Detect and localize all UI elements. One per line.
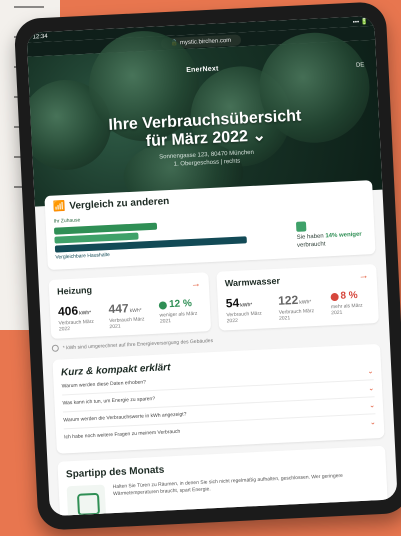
heating-header: Heizung →	[57, 279, 201, 297]
chevron-down-icon[interactable]: ⌄	[370, 418, 376, 426]
faq-card: Kurz & kompakt erklärt Warum werden dies…	[52, 343, 385, 454]
screen: 12:34 ••• 🔋 🔒 mystic.birchen.com EnerNex…	[26, 15, 398, 517]
arrow-right-icon[interactable]: →	[191, 279, 202, 290]
heating-prev-value: 447kWh*	[108, 300, 149, 316]
door-icon	[66, 484, 107, 517]
water-title: Warmwasser	[224, 275, 281, 288]
verdict-suffix: verbraucht	[296, 241, 326, 249]
faq-question: Was kann ich tun, um Energie zu sparen?	[62, 395, 156, 407]
value-unit: kWh*	[79, 309, 92, 317]
pct-badge: 8 %	[330, 289, 370, 302]
water-prev-value: 122kWh*	[278, 292, 321, 308]
water-values: 54kWh* Verbrauch März 2022 122kWh* Verbr…	[226, 289, 371, 324]
status-dot-icon	[158, 300, 168, 310]
chevron-down-icon[interactable]: ⌄	[367, 367, 373, 375]
value-number: 54	[225, 295, 240, 311]
pct-badge: 12 %	[158, 298, 202, 311]
value-caption: Verbrauch März 2021	[278, 308, 315, 322]
pct-value: 8 %	[340, 289, 358, 302]
status-indicators: ••• 🔋	[352, 19, 369, 26]
heating-change: 12 % weniger als März 2021	[158, 298, 203, 325]
tablet: 12:34 ••• 🔋 🔒 mystic.birchen.com EnerNex…	[13, 1, 401, 531]
heating-value: 406kWh*	[58, 303, 99, 319]
water-change: 8 % mehr als März 2021	[330, 289, 370, 316]
value-caption: Verbrauch März 2022	[226, 310, 262, 325]
value-caption: Verbrauch März 2021	[109, 316, 145, 331]
bar-group: Ihr Zuhause Vergleichbare Haushalte	[53, 207, 289, 261]
info-icon	[51, 344, 59, 352]
heating-title: Heizung	[56, 284, 93, 297]
water-card[interactable]: Warmwasser → 54kWh* Verbrauch März 2022	[216, 263, 379, 331]
arrow-right-icon[interactable]: →	[358, 270, 369, 281]
content: 📶 Vergleich zu anderen Ihr Zuhause Vergl…	[35, 180, 398, 517]
pct-value: 12 %	[168, 298, 193, 311]
chevron-down-icon[interactable]: ⌄	[369, 401, 375, 409]
footnote-text: * kWh sind umgerechnet auf Ihre Energiev…	[62, 337, 214, 351]
water-header: Warmwasser →	[225, 270, 369, 288]
water-previous: 122kWh* Verbrauch März 2021	[278, 292, 322, 322]
heating-card[interactable]: Heizung → 406kWh* Verbrauch März 2022 44…	[48, 272, 212, 339]
chevron-down-icon[interactable]: ⌄	[368, 384, 374, 392]
thumbs-up-icon	[295, 221, 307, 232]
faq-question: Warum werden die Verbrauchswerte in kWh …	[63, 411, 187, 424]
value-caption: Verbrauch März 2022	[58, 318, 95, 333]
verdict-prefix: Sie haben	[296, 233, 324, 241]
print-line	[14, 6, 44, 8]
value-number: 406	[57, 303, 79, 319]
value-unit: kWh*	[240, 302, 253, 309]
heating-previous: 447kWh* Verbrauch März 2021	[108, 300, 150, 330]
comparison-card: 📶 Vergleich zu anderen Ihr Zuhause Vergl…	[44, 180, 376, 271]
comparison-bars: Ihr Zuhause Vergleichbare Haushalte Sie …	[53, 203, 367, 261]
metrics-row: Heizung → 406kWh* Verbrauch März 2022 44…	[48, 263, 379, 339]
status-time: 12:34	[32, 33, 48, 41]
value-unit: kWh*	[129, 307, 142, 315]
verdict-highlight: 14% weniger	[325, 231, 362, 240]
heating-values: 406kWh* Verbrauch März 2022 447kWh* Verb…	[58, 298, 203, 333]
faq-question: Warum werden diese Daten erhoben?	[61, 379, 147, 390]
comparison-title: Vergleich zu anderen	[69, 196, 170, 212]
water-current: 54kWh* Verbrauch März 2022	[225, 294, 270, 325]
language-switch[interactable]: DE	[356, 62, 365, 68]
pct-caption: weniger als März 2021	[159, 310, 198, 325]
status-dot-icon	[330, 292, 339, 301]
faq-question: Ich habe noch weitere Fragen zu meinem V…	[64, 428, 181, 441]
value-unit: kWh*	[299, 299, 312, 306]
pct-caption: mehr als März 2021	[330, 302, 363, 317]
heating-current: 406kWh* Verbrauch März 2022	[58, 303, 100, 333]
water-value: 54kWh*	[225, 294, 269, 311]
value-number: 447	[108, 301, 129, 317]
chart-icon: 📶	[52, 201, 66, 213]
comparison-verdict: Sie haben 14% weniger verbraucht	[295, 218, 367, 249]
value-number: 122	[277, 292, 299, 308]
